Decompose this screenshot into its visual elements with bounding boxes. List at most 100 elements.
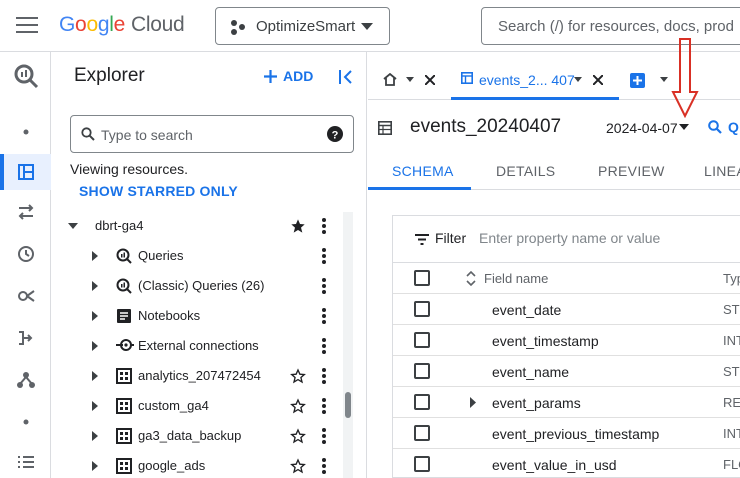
expand-right-icon[interactable] [92,251,98,261]
tree-item[interactable]: custom_ga4 [58,391,343,421]
tree-item-label: google_ads [138,458,206,473]
explorer-panel: Explorer ADD Type to search ? Viewing re… [58,52,367,478]
tree-item[interactable]: Notebooks [58,301,343,331]
project-selector[interactable]: OptimizeSmart [215,7,390,45]
expand-right-icon[interactable] [470,397,476,408]
more-vert-icon[interactable] [322,368,326,384]
chevron-down-icon[interactable] [679,124,689,130]
tab-preview[interactable]: PREVIEW [598,163,665,179]
dataset-icon [116,368,132,384]
star-filled-icon[interactable] [290,218,306,234]
more-vert-icon[interactable] [322,308,326,324]
filter-placeholder[interactable]: Enter property name or value [479,230,660,246]
tree-item[interactable]: analytics_207472454 [58,361,343,391]
filter-bar[interactable]: Filter Enter property name or value [393,216,740,263]
field-name: event_name [492,364,570,380]
schema-row[interactable]: event_name STI [393,356,740,387]
query-label: Q [728,119,739,135]
row-checkbox[interactable] [414,363,430,379]
explorer-search-input[interactable]: Type to search ? [70,115,354,153]
schema-row[interactable]: event_params REC [393,387,740,418]
schema-row[interactable]: event_previous_timestamp INT [393,418,740,449]
tree-item-label: Queries [138,248,184,263]
workspace-icon[interactable] [0,154,51,190]
row-checkbox[interactable] [414,394,430,410]
table-icon [378,121,392,135]
schema-row[interactable]: event_timestamp INT [393,325,740,356]
chevron-down-icon[interactable] [660,77,668,82]
close-icon[interactable] [425,75,435,85]
more-vert-icon[interactable] [322,398,326,414]
star-outline-icon[interactable] [290,398,306,414]
select-all-checkbox[interactable] [414,270,430,286]
more-vert-icon[interactable] [322,248,326,264]
expand-right-icon[interactable] [92,401,98,411]
expand-right-icon[interactable] [92,311,98,321]
annotation-arrow-icon [671,38,699,118]
expand-down-icon[interactable] [68,223,78,229]
collapse-panel-icon[interactable] [338,69,354,85]
tree-item-label: custom_ga4 [138,398,209,413]
close-icon[interactable] [593,75,603,85]
queries-icon [116,248,132,264]
analytics-hub-icon[interactable] [0,278,51,314]
tab-schema[interactable]: SCHEMA [392,163,454,179]
filter-label: Filter [435,230,467,246]
tree-item[interactable]: ga3_data_backup [58,421,343,451]
global-search-input[interactable]: Search (/) for resources, docs, prod [481,7,740,45]
bigquery-logo-icon[interactable] [0,58,51,94]
google-cloud-logo[interactable]: Google Cloud [59,13,185,37]
tab-lineage[interactable]: LINEA [704,163,740,179]
row-checkbox[interactable] [414,456,430,472]
more-vert-icon[interactable] [322,458,326,474]
search-placeholder: Search (/) for resources, docs, prod [498,18,734,35]
show-starred-link[interactable]: SHOW STARRED ONLY [79,183,238,199]
dataset-icon [116,428,132,444]
more-vert-icon[interactable] [322,428,326,444]
tree-item[interactable]: google_ads [58,451,343,478]
row-checkbox[interactable] [414,332,430,348]
schema-row[interactable]: event_value_in_usd FLC [393,449,740,478]
schema-row[interactable]: event_date STI [393,294,740,325]
explorer-scrollbar[interactable] [343,212,353,478]
row-checkbox[interactable] [414,425,430,441]
date-selector[interactable]: 2024-04-07 [606,120,678,136]
more-vert-icon[interactable] [322,218,326,234]
transfers-icon[interactable] [0,194,51,230]
row-checkbox[interactable] [414,301,430,317]
help-icon[interactable]: ? [327,126,343,142]
list-icon[interactable] [0,444,51,478]
dataform-icon[interactable] [0,320,51,356]
main-menu-icon[interactable] [16,17,38,35]
sort-icon[interactable] [466,271,476,286]
new-tab-icon[interactable] [630,73,645,88]
star-outline-icon[interactable] [290,428,306,444]
partner-center-icon[interactable] [0,362,51,398]
table-subtabs: SCHEMA DETAILS PREVIEW LINEA [368,152,740,190]
expand-right-icon[interactable] [92,281,98,291]
tab-details[interactable]: DETAILS [496,163,555,179]
star-outline-icon[interactable] [290,458,306,474]
scrollbar-thumb[interactable] [345,392,351,418]
add-button[interactable]: ADD [264,68,313,84]
more-vert-icon[interactable] [322,338,326,354]
expand-right-icon[interactable] [92,341,98,351]
home-icon[interactable] [383,73,397,86]
tree-project-node[interactable]: dbrt-ga4 [58,211,343,241]
tree-item[interactable]: External connections [58,331,343,361]
query-button[interactable]: Q [708,119,739,135]
chevron-down-icon[interactable] [574,77,582,82]
field-type: INT [723,333,740,348]
logo-google: Google [59,13,125,36]
expand-right-icon[interactable] [92,461,98,471]
tree-item[interactable]: (Classic) Queries (26) [58,271,343,301]
history-icon[interactable] [0,236,51,272]
tree-item[interactable]: Queries [58,241,343,271]
tab-events-table[interactable]: events_2... 407 [451,58,619,100]
expand-right-icon[interactable] [92,431,98,441]
expand-right-icon[interactable] [92,371,98,381]
chevron-down-icon[interactable] [406,77,414,82]
more-vert-icon[interactable] [322,278,326,294]
field-name: event_value_in_usd [492,457,617,473]
star-outline-icon[interactable] [290,368,306,384]
